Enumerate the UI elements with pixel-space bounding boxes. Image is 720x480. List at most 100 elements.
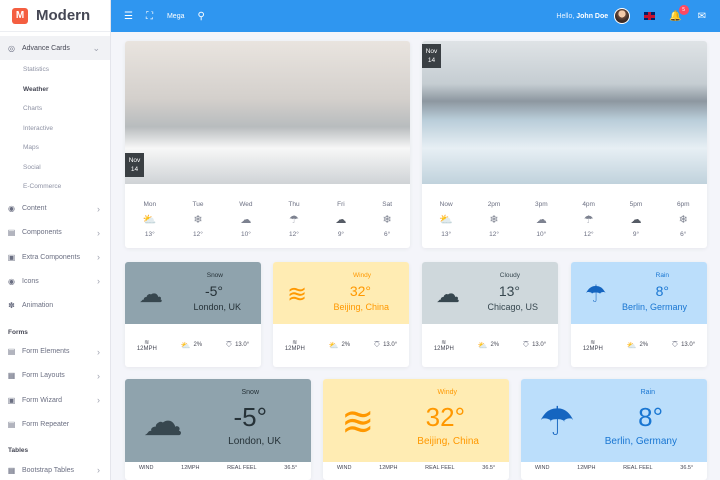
menu-icon[interactable]: ☰	[124, 11, 133, 22]
avatar[interactable]	[614, 8, 631, 24]
search-icon[interactable]: ⚲	[197, 11, 204, 22]
sidebar-item-content[interactable]: ◉ Content ›	[0, 197, 110, 221]
weather-card-large: ☂ Rain 8° Berlin, Germany WIND 12MPH REAL FEEL…	[521, 379, 707, 480]
sidebar-item-label: Animation	[22, 302, 54, 310]
weather-card-header: ☂ Rain 8° Berlin, Germany	[571, 262, 707, 324]
forecast-column: Sat ❄ 6°	[382, 201, 392, 238]
wind-stat: ≋ 12MPH	[285, 339, 305, 352]
daily-forecast: Mon ⛅ 13° Tue ❄ 12° Wed ☁ 10° Thu ☂ 12° Fri ☁ 9° Sat ❄ 6°	[125, 201, 410, 238]
sidebar-item-bootstrap-tables[interactable]: ▦ Bootstrap Tables ›	[0, 458, 110, 480]
sidebar-item-form-repeater[interactable]: ▤ Form Repeater	[0, 412, 110, 436]
sidebar-subitem-maps[interactable]: Maps	[0, 138, 110, 158]
wind-icon: ≋	[441, 339, 447, 346]
sun-cloud-icon: ⛅	[180, 340, 191, 350]
wizard-icon: ▣	[7, 395, 16, 405]
wind-value: 12MPH	[136, 345, 157, 352]
sidebar-item-form-wizard[interactable]: ▣ Form Wizard ›	[0, 388, 110, 412]
weather-card-header: ☁ Snow -5° London, UK	[125, 262, 261, 324]
sidebar-item-extra-components[interactable]: ▣ Extra Components ›	[0, 245, 110, 269]
chevron-right-icon: ›	[97, 370, 100, 381]
weather-card-stats: WIND 12MPH REAL FEEL 36.5°	[125, 465, 311, 471]
chevron-right-icon: ›	[97, 252, 100, 263]
weather-card-large: ≋ Windy 32° Beijing, China WIND 12MPH REAL FEE…	[323, 379, 509, 480]
sidebar-item-icons[interactable]: ◉ Icons ›	[0, 269, 110, 293]
feel-stat: ⎏ 13.0°	[226, 340, 249, 350]
sidebar-item-components[interactable]: ▤ Components ›	[0, 221, 110, 245]
cloud-snow-icon: ☁	[143, 400, 183, 444]
glacier-photo	[422, 41, 707, 184]
weather-card: ☁ Snow -5° London, UK ≋ 12MPH ⛅ 2% ⎏ 13.0°	[125, 262, 261, 367]
feel-value: 13.0°	[235, 342, 250, 348]
chevron-right-icon: ›	[97, 395, 100, 406]
sidebar-item-advance-cards[interactable]: ◎ Advance Cards ⌄	[0, 36, 110, 61]
weather-card-stats: WIND 12MPH REAL FEEL 36.5°	[521, 465, 707, 471]
sidebar-item-form-elements[interactable]: ▤ Form Elements ›	[0, 340, 110, 364]
sidebar-subitem-charts[interactable]: Charts	[0, 99, 110, 119]
mega-menu-link[interactable]: Mega	[167, 13, 185, 20]
forecast-label: 2pm	[487, 201, 501, 208]
uk-flag-icon[interactable]	[644, 12, 656, 20]
bell-icon[interactable]: 🔔 5	[669, 4, 689, 22]
sidebar-item-form-layouts[interactable]: ▦ Form Layouts ›	[0, 364, 110, 388]
sidebar-item-animation[interactable]: ✽ Animation	[0, 293, 110, 317]
topbar: ☰ ⛶ Mega ⚲ Hello, John Doe 🔔 5 ✉	[111, 0, 720, 32]
chevron-right-icon: ›	[97, 227, 100, 238]
fullscreen-icon[interactable]: ⛶	[146, 11, 153, 22]
wind-value: 12MPH	[379, 465, 398, 471]
cloud-snow-icon: ☁	[139, 281, 163, 308]
feel-value: 36.5°	[482, 465, 496, 471]
weather-city: Berlin, Germany	[621, 302, 687, 312]
weather-temp: 8°	[638, 402, 663, 432]
weather-photo-card: Nov 14 Mon ⛅ 13° Tue ❄ 12° Wed ☁ 10° Thu ☂ 12° Fri ☁ 9…	[125, 41, 410, 248]
weather-card-header: ≋ Windy 32° Beijing, China	[273, 262, 409, 324]
rain-icon: ☂	[289, 214, 299, 226]
humidity-value: 2%	[193, 342, 203, 348]
night-cloudy-icon: ☁	[335, 214, 347, 226]
weather-temp: 32°	[425, 402, 465, 432]
forecast-temp: 12°	[583, 231, 594, 238]
thermometer-icon: ⎏	[373, 340, 381, 349]
weather-condition: Windy	[352, 272, 371, 279]
wind-value: 12MPH	[181, 465, 200, 471]
weather-condition: Windy	[437, 389, 457, 396]
sidebar-subitem-social[interactable]: Social	[0, 158, 110, 178]
repeat-icon: ▤	[7, 419, 16, 429]
sidebar-item-label: Advance Cards	[22, 44, 70, 52]
weather-city: London, UK	[228, 436, 281, 447]
sidebar-item-label: Bootstrap Tables	[22, 466, 75, 474]
weather-card-header: ☁ Snow -5° London, UK	[125, 379, 311, 462]
weather-card-stats: ≋ 12MPH ⛅ 2% ⎏ 13.0°	[273, 324, 409, 366]
topbar-right: Hello, John Doe 🔔 5 ✉	[556, 0, 720, 32]
weather-condition: Snow	[241, 389, 259, 396]
brand[interactable]: M Modern	[0, 0, 110, 32]
forecast-column: 2pm ❄ 12°	[488, 201, 501, 238]
wind-icon: ≋	[292, 339, 298, 346]
sidebar-subitem-interactive[interactable]: Interactive	[0, 119, 110, 139]
weather-temp: 8°	[655, 283, 669, 299]
sidebar-subitem-statistics[interactable]: Statistics	[0, 60, 110, 80]
sidebar-item-label: Form Repeater	[22, 420, 70, 428]
wind-icon: ≋	[341, 400, 375, 444]
wind-value: 12MPH	[577, 465, 596, 471]
forecast-label: Sat	[382, 201, 393, 208]
sidebar-subitem-ecommerce[interactable]: E-Commerce	[0, 177, 110, 197]
date-month: Nov	[425, 48, 438, 55]
wind-stat: ≋ 12MPH	[583, 339, 603, 352]
loader-icon: ✽	[8, 301, 15, 311]
sidebar-subitem-weather[interactable]: Weather	[0, 80, 110, 100]
humidity-value: 2%	[341, 342, 351, 348]
forecast-label: Thu	[288, 201, 300, 208]
sidebar-item-label: Form Wizard	[22, 396, 63, 404]
forecast-label: Fri	[337, 201, 345, 208]
chevron-right-icon: ›	[97, 346, 100, 357]
humidity-value: 2%	[490, 342, 500, 348]
compass-icon: ◉	[8, 204, 15, 214]
weather-city: Berlin, Germany	[604, 436, 677, 447]
weather-city: London, UK	[193, 302, 241, 312]
humidity-stat: ⛅ 2%	[626, 341, 648, 350]
mail-icon[interactable]: ✉	[698, 11, 706, 22]
sidebar-item-label: Extra Components	[22, 253, 80, 261]
user-greeting[interactable]: Hello, John Doe	[556, 13, 608, 20]
hourly-forecast: Now ⛅ 13° 2pm ❄ 12° 3pm ☁ 10° 4pm ☂ 12° 5pm ☁ 9° 6pm ❄ 6°	[422, 201, 707, 238]
weather-city: Beijing, China	[417, 436, 479, 447]
